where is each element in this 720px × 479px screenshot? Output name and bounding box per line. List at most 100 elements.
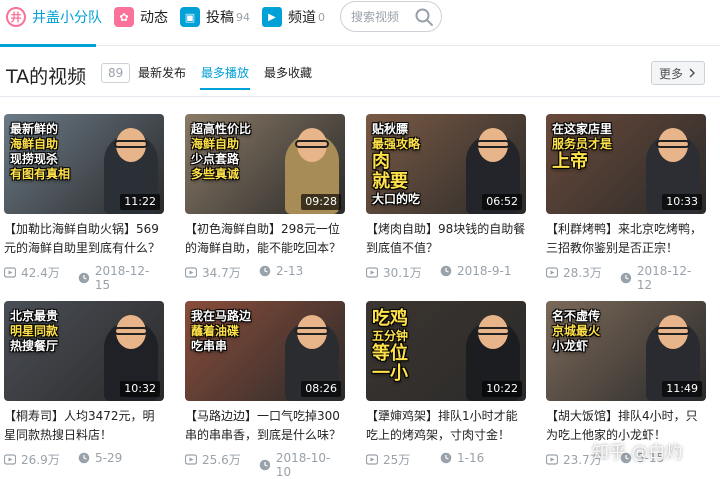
upload-date-value: 2-13: [276, 264, 304, 278]
video-title[interactable]: 【犟婶鸡架】排队1小时才能吃上的烤鸡架，寸肉寸金！: [366, 407, 526, 445]
upload-date: 5-29: [78, 451, 122, 465]
flower-icon: ✿: [114, 7, 134, 27]
glasses-icon: [295, 327, 329, 335]
more-label: 更多: [658, 66, 683, 81]
video-meta: 25.6万 2018-10-10: [185, 451, 345, 479]
upload-date: 2018-9-1: [440, 264, 511, 278]
thumbnail-caption: 名不虚传 京城最火 小龙虾: [552, 309, 644, 354]
nav-channels[interactable]: ▶ 频道 0: [262, 6, 325, 28]
video-title[interactable]: 【初色海鲜自助】298元一位的海鲜自助，能不能吃回本？: [185, 220, 345, 258]
thumbnail-caption-line: 热搜餐厅: [10, 339, 59, 353]
more-button[interactable]: 更多: [651, 61, 705, 85]
thumbnail-caption-line: 名不虚传: [552, 309, 601, 323]
upload-date: 2018-12-12: [620, 264, 706, 292]
video-thumbnail[interactable]: 我在马路边 蘸着油碟 吃串串 08:26: [185, 301, 345, 401]
play-count-icon: [546, 453, 558, 465]
clock-icon: [259, 459, 271, 471]
glasses-icon: [476, 140, 510, 148]
thumbnail-caption-line: 少点套路: [191, 152, 240, 166]
thumbnail-caption-line: 蘸着油碟: [191, 324, 240, 338]
thumbnail-caption-line: 海鲜自助: [191, 137, 240, 151]
video-duration: 10:33: [662, 194, 702, 210]
upload-date-value: 1-16: [457, 451, 485, 465]
play-count-icon: [366, 453, 378, 465]
video-thumbnail[interactable]: 在这家店里 服务员才是 上帝 10:33: [546, 114, 706, 214]
clock-icon: [78, 452, 90, 464]
thumbnail-caption-line: 有图有真相: [10, 167, 71, 181]
video-title[interactable]: 【加勒比海鲜自助火锅】569元的海鲜自助里到底有什么？: [4, 220, 164, 258]
chevron-right-icon: [689, 68, 695, 78]
play-count-icon: [185, 266, 197, 278]
thumbnail-caption-line: 大口的吃: [372, 192, 421, 206]
glasses-icon: [114, 140, 148, 148]
tab-latest[interactable]: 最新发布: [138, 64, 186, 81]
video-count-badge: 89: [101, 63, 131, 83]
video-thumbnail[interactable]: 名不虚传 京城最火 小龙虾 11:49: [546, 301, 706, 401]
thumbnail-caption: 我在马路边 蘸着油碟 吃串串: [191, 309, 283, 354]
play-count: 28.3万: [546, 264, 602, 281]
play-count-value: 25万: [383, 453, 411, 467]
play-count-icon: [4, 453, 16, 465]
thumbnail-caption-line: 上帝: [552, 151, 588, 172]
thumbnail-caption-line: 小龙虾: [552, 339, 589, 353]
thumbnail-caption-line: 一小: [372, 363, 408, 384]
thumbnail-caption-line: 吃鸡: [372, 308, 408, 329]
nav-dynamic[interactable]: ✿ 动态: [114, 6, 168, 28]
space-nav: 井 井盖小分队 ✿ 动态 ▣ 投稿 94 ▶ 频道 0 搜索视频: [0, 0, 720, 47]
video-thumbnail[interactable]: 吃鸡 五分钟 等位 一小 10:22: [366, 301, 526, 401]
thumbnail-caption-line: 五分钟: [372, 329, 409, 343]
play-count-icon: [4, 266, 16, 278]
thumbnail-caption-line: 等位: [372, 343, 408, 364]
video-title[interactable]: 【烤肉自助】98块钱的自助餐到底值不值？: [366, 220, 526, 258]
tab-most-played[interactable]: 最多播放: [201, 64, 249, 81]
video-duration: 06:52: [482, 194, 522, 210]
thumbnail-caption: 北京最贵 明星同款 热搜餐厅: [10, 309, 102, 354]
play-count-icon: [185, 453, 197, 465]
thumbnail-caption: 最新鲜的 海鲜自助 现捞现杀 有图有真相: [10, 122, 102, 182]
video-meta: 34.7万 2-13: [185, 264, 345, 280]
video-duration: 09:28: [301, 194, 341, 210]
tab-active-underline: [200, 88, 250, 90]
nav-dynamic-label: 动态: [140, 10, 168, 26]
video-thumbnail[interactable]: 贴秋膘 最强攻略肉就要 大口的吃 06:52: [366, 114, 526, 214]
search-input[interactable]: 搜索视频: [340, 1, 442, 32]
jinggai-logo-icon: 井: [6, 7, 26, 27]
thumbnail-caption-line: 吃串串: [191, 339, 228, 353]
section-divider: [0, 96, 720, 97]
thumbnail-caption: 在这家店里 服务员才是 上帝: [552, 122, 644, 172]
thumbnail-caption-line: 北京最贵: [10, 309, 59, 323]
video-title[interactable]: 【利群烤鸭】来北京吃烤鸭，三招教你鉴别是否正宗！: [546, 220, 706, 258]
video-thumbnail[interactable]: 超高性价比 海鲜自助 少点套路 多些真诚 09:28: [185, 114, 345, 214]
video-title[interactable]: 【马路边边】一口气吃掉300串的串串香，到底是什么味？: [185, 407, 345, 445]
video-title[interactable]: 【桐寿司】人均3472元，明星同款热搜日料店！: [4, 407, 164, 445]
video-thumbnail[interactable]: 北京最贵 明星同款 热搜餐厅 10:32: [4, 301, 164, 401]
video-thumbnail[interactable]: 最新鲜的 海鲜自助 现捞现杀 有图有真相 11:22: [4, 114, 164, 214]
play-count: 30.1万: [366, 264, 422, 281]
clock-icon: [440, 452, 452, 464]
nav-home-label: 井盖小分队: [32, 10, 102, 26]
thumbnail-caption-line: 海鲜自助: [10, 137, 59, 151]
nav-active-underline: [0, 44, 96, 47]
video-meta: 25万 1-16: [366, 451, 526, 467]
glasses-icon: [656, 140, 690, 148]
play-count-value: 26.9万: [21, 453, 60, 467]
nav-posts[interactable]: ▣ 投稿 94: [180, 6, 250, 28]
watermark: 知乎 @白灼: [592, 443, 683, 463]
video-meta: 42.4万 2018-12-15: [4, 264, 164, 292]
tab-most-favorited[interactable]: 最多收藏: [264, 64, 312, 81]
search-icon[interactable]: [414, 7, 434, 27]
nav-channels-label: 频道: [288, 10, 316, 26]
section-title: TA的视频: [6, 66, 87, 88]
thumbnail-caption: 超高性价比 海鲜自助 少点套路 多些真诚: [191, 122, 283, 182]
thumbnail-caption-line: 就要: [372, 171, 408, 192]
nav-home[interactable]: 井 井盖小分队: [6, 6, 102, 28]
play-count: 34.7万: [185, 264, 241, 281]
search-placeholder: 搜索视频: [351, 10, 400, 24]
upload-date: 2018-10-10: [259, 451, 345, 479]
thumbnail-caption-line: 我在马路边: [191, 309, 252, 323]
play-count-value: 30.1万: [383, 266, 422, 280]
play-count: 25万: [366, 451, 410, 468]
clock-icon: [620, 272, 632, 284]
thumbnail-caption: 吃鸡 五分钟 等位 一小: [372, 309, 464, 384]
thumbnail-caption-line: 最新鲜的: [10, 122, 59, 136]
